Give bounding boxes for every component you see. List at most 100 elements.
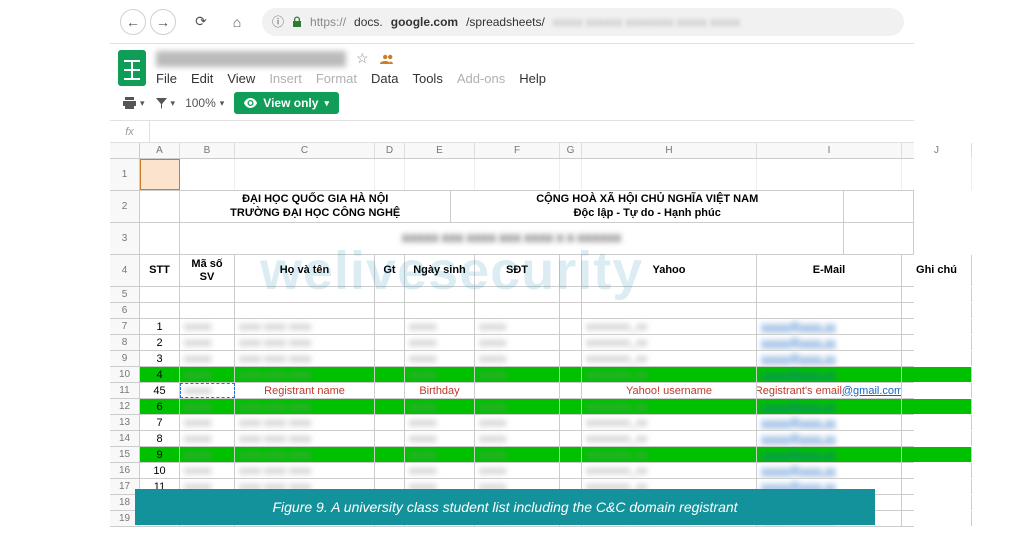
row-header[interactable]: 14: [110, 431, 140, 446]
row-header[interactable]: 11: [110, 383, 140, 398]
cell[interactable]: [140, 191, 180, 222]
cell[interactable]: [902, 383, 972, 398]
cell[interactable]: xxxxx: [405, 367, 475, 382]
cell[interactable]: [140, 303, 180, 318]
cell[interactable]: [560, 255, 582, 286]
cell[interactable]: xxxx xxxx xxxx: [235, 319, 375, 334]
cell[interactable]: [902, 511, 972, 526]
cell[interactable]: xxxxx: [405, 415, 475, 430]
cell[interactable]: [560, 319, 582, 334]
cell[interactable]: xxxxx: [180, 351, 235, 366]
col-header-H[interactable]: H: [582, 143, 757, 158]
cell[interactable]: [475, 159, 560, 190]
cell[interactable]: xxxxx@xxxx.xx: [757, 447, 902, 462]
col-header-G[interactable]: G: [560, 143, 582, 158]
menu-edit[interactable]: Edit: [191, 71, 213, 86]
select-all-cell[interactable]: [110, 143, 140, 158]
cell[interactable]: [375, 303, 405, 318]
cell[interactable]: [560, 335, 582, 350]
cell[interactable]: xxxxx: [475, 431, 560, 446]
cell[interactable]: [560, 463, 582, 478]
cell[interactable]: [902, 399, 972, 414]
cell[interactable]: xxxxx: [475, 351, 560, 366]
sheets-logo-icon[interactable]: [118, 50, 146, 86]
cell[interactable]: [560, 447, 582, 462]
cell[interactable]: xxxxx: [475, 463, 560, 478]
reload-button[interactable]: ⟳: [190, 11, 212, 33]
row-header[interactable]: 8: [110, 335, 140, 350]
cell[interactable]: xxxxx: [405, 463, 475, 478]
menu-tools[interactable]: Tools: [412, 71, 442, 86]
cell[interactable]: [902, 447, 972, 462]
cell[interactable]: [902, 479, 972, 494]
cell[interactable]: [560, 159, 582, 190]
cell[interactable]: xxxxx: [405, 351, 475, 366]
spreadsheet-grid[interactable]: 12ĐẠI HỌC QUỐC GIA HÀ NỘITRƯỜNG ĐẠI HỌC …: [110, 159, 914, 527]
cell[interactable]: [902, 159, 972, 190]
cell[interactable]: [475, 287, 560, 302]
cell[interactable]: xxxxx: [180, 383, 235, 398]
cell[interactable]: xxxxx: [180, 367, 235, 382]
cell[interactable]: [235, 159, 375, 190]
cell[interactable]: [140, 159, 180, 190]
cell[interactable]: xxxxx: [475, 367, 560, 382]
cell[interactable]: [757, 159, 902, 190]
cell[interactable]: xxxx xxxx xxxx: [235, 415, 375, 430]
cell[interactable]: xxxxx: [475, 335, 560, 350]
cell[interactable]: Yahoo! username: [582, 383, 757, 398]
cell[interactable]: xxxxx: [180, 431, 235, 446]
cell[interactable]: xxxxx: [180, 399, 235, 414]
cell[interactable]: E-Mail: [757, 255, 902, 286]
cell[interactable]: xxxxx: [180, 335, 235, 350]
cell[interactable]: xxxxx@xxxx.xx: [757, 335, 902, 350]
row-header[interactable]: 16: [110, 463, 140, 478]
cell[interactable]: [902, 495, 972, 510]
col-header-C[interactable]: C: [235, 143, 375, 158]
cell[interactable]: 45: [140, 383, 180, 398]
menu-insert[interactable]: Insert: [269, 71, 302, 86]
row-header[interactable]: 12: [110, 399, 140, 414]
row-header[interactable]: 1: [110, 159, 140, 190]
address-bar[interactable]: ⓘ https:// docs. google.com /spreadsheet…: [262, 8, 904, 36]
cell[interactable]: xxxx xxxx xxxx: [235, 447, 375, 462]
cell[interactable]: [902, 351, 972, 366]
cell[interactable]: 1: [140, 319, 180, 334]
cell[interactable]: xxxx xxxx xxxx: [235, 367, 375, 382]
cell[interactable]: xxxxxxxx_xx: [582, 335, 757, 350]
col-header-F[interactable]: F: [475, 143, 560, 158]
cell[interactable]: Họ và tên: [235, 255, 375, 286]
print-button[interactable]: ▾: [122, 96, 145, 110]
cell[interactable]: xxxxx@xxxx.xx: [757, 415, 902, 430]
cell[interactable]: xxxxxxxx_xx: [582, 431, 757, 446]
cell[interactable]: [375, 463, 405, 478]
cell[interactable]: [475, 303, 560, 318]
cell[interactable]: [560, 287, 582, 302]
col-header-D[interactable]: D: [375, 143, 405, 158]
menu-data[interactable]: Data: [371, 71, 398, 86]
cell[interactable]: Ngày sinh: [405, 255, 475, 286]
cell[interactable]: 6: [140, 399, 180, 414]
cell[interactable]: [902, 367, 972, 382]
cell[interactable]: [375, 383, 405, 398]
cell[interactable]: [235, 287, 375, 302]
cell[interactable]: xxxxxxxx_xx: [582, 367, 757, 382]
cell[interactable]: xxxx xxxx xxxx: [235, 431, 375, 446]
cell[interactable]: xxxxx@xxxx.xx: [757, 463, 902, 478]
cell[interactable]: [757, 303, 902, 318]
cell[interactable]: xxxxx@xxxx.xx: [757, 319, 902, 334]
cell[interactable]: [844, 223, 914, 254]
cell[interactable]: xxxxxxxx_xx: [582, 319, 757, 334]
cell[interactable]: xxxx xxxx xxxx: [235, 335, 375, 350]
forward-button[interactable]: →: [150, 9, 176, 35]
cell[interactable]: xxxxx@xxxx.xx: [757, 431, 902, 446]
col-header-I[interactable]: I: [757, 143, 902, 158]
cell[interactable]: [375, 159, 405, 190]
cell[interactable]: xxxx xxxx xxxx: [235, 399, 375, 414]
filter-button[interactable]: ▾: [155, 97, 176, 110]
cell[interactable]: [375, 431, 405, 446]
cell[interactable]: [375, 351, 405, 366]
cell[interactable]: xxxxxxxx_xx: [582, 463, 757, 478]
cell[interactable]: [180, 287, 235, 302]
cell[interactable]: xxxxx: [405, 447, 475, 462]
cell[interactable]: xxxxx: [475, 415, 560, 430]
